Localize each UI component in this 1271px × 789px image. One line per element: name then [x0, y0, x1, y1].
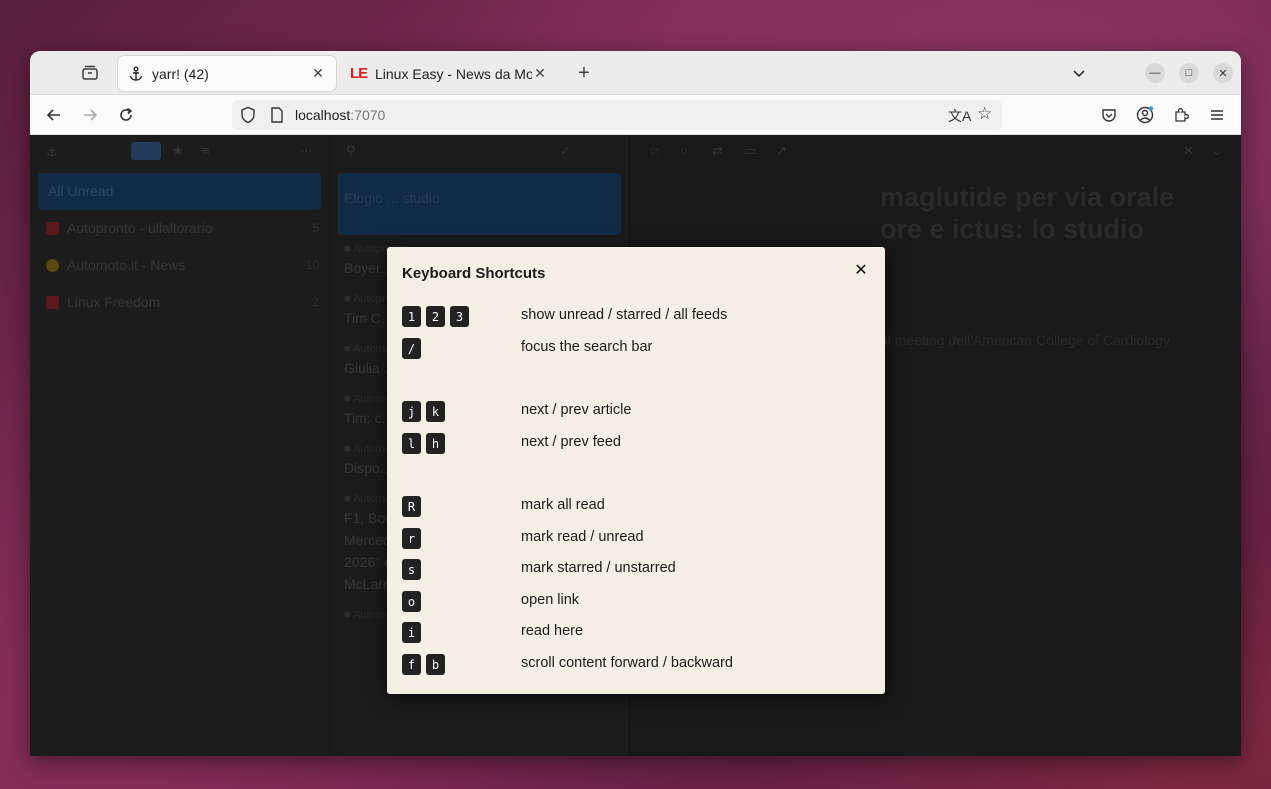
shortcut-row: i read here — [402, 622, 872, 644]
close-icon[interactable]: ✕ — [853, 262, 869, 279]
shortcut-row: f b scroll content forward / backward — [402, 654, 872, 676]
url-text: localhost:7070 — [295, 107, 385, 123]
key: h — [426, 433, 445, 454]
key: k — [426, 401, 445, 422]
shortcut-keys: o — [402, 591, 421, 612]
star-icon[interactable]: ☆ — [977, 104, 992, 124]
shortcut-keys: s — [402, 559, 421, 580]
shortcut-row: j k next / prev article — [402, 401, 872, 423]
shortcut-description: read here — [521, 623, 584, 639]
shortcut-description: focus the search bar — [521, 339, 653, 355]
tab-title: Linux Easy - News da Mor — [375, 65, 532, 82]
reload-icon[interactable] — [114, 103, 138, 127]
close-window-icon[interactable]: ✕ — [1213, 63, 1233, 83]
key: 3 — [450, 306, 469, 327]
shortcut-keys: j k — [402, 401, 445, 422]
shortcut-description: mark read / unread — [521, 529, 644, 545]
shortcut-keys: 1 2 3 — [402, 306, 469, 327]
page-icon[interactable] — [270, 107, 284, 128]
key: j — [402, 401, 421, 422]
shortcut-description: open link — [521, 592, 580, 608]
linux-easy-logo-icon: LE — [350, 65, 368, 82]
forward-icon[interactable] — [78, 103, 102, 127]
app-content: ⚓ ★ ≡ ⋯ All Unread Autoprontо - ullaltor… — [30, 135, 1241, 756]
shortcut-row: / focus the search bar — [402, 338, 872, 360]
browser-window: yarr! (42) ✕ LE Linux Easy - News da Mor… — [30, 51, 1241, 756]
shortcut-description: mark starred / unstarred — [521, 560, 676, 576]
tab-linux-easy[interactable]: LE Linux Easy - News da Mor ✕ — [340, 56, 558, 91]
shortcut-keys: r — [402, 528, 421, 549]
tab-title: yarr! (42) — [152, 65, 209, 82]
shortcut-description: show unread / starred / all feeds — [521, 307, 728, 323]
url-port: :7070 — [350, 107, 386, 123]
back-icon[interactable] — [42, 103, 66, 127]
new-tab-icon[interactable]: + — [572, 61, 596, 85]
shortcut-description: mark all read — [521, 497, 605, 513]
account-icon[interactable] — [1133, 103, 1157, 127]
shortcut-row: l h next / prev feed — [402, 433, 872, 455]
shortcut-keys: / — [402, 338, 421, 359]
key: f — [402, 654, 421, 675]
key: r — [402, 528, 421, 549]
navigation-bar: localhost:7070 文A ☆ — [30, 95, 1241, 135]
tab-overview-icon[interactable] — [78, 61, 102, 85]
shortcut-description: next / prev feed — [521, 434, 621, 450]
shortcut-row: r mark read / unread — [402, 528, 872, 550]
shortcut-row: s mark starred / unstarred — [402, 559, 872, 581]
key: 2 — [426, 306, 445, 327]
pocket-icon[interactable] — [1097, 103, 1121, 127]
close-tab-icon[interactable]: ✕ — [310, 65, 326, 82]
chevron-down-icon[interactable] — [1067, 61, 1091, 85]
shortcut-keys: l h — [402, 433, 445, 454]
maximize-icon[interactable]: □ — [1179, 63, 1199, 83]
key: i — [402, 622, 421, 643]
key: R — [402, 496, 421, 517]
close-tab-icon[interactable]: ✕ — [532, 65, 548, 82]
keyboard-shortcuts-modal: Keyboard Shortcuts ✕ 1 2 3 show unread /… — [387, 247, 885, 694]
shortcut-row: o open link — [402, 591, 872, 613]
key: b — [426, 654, 445, 675]
shortcut-keys: f b — [402, 654, 445, 675]
translate-icon[interactable]: 文A — [948, 106, 971, 126]
tab-bar: yarr! (42) ✕ LE Linux Easy - News da Mor… — [30, 51, 1241, 95]
minimize-icon[interactable]: — — [1145, 63, 1165, 83]
hamburger-menu-icon[interactable] — [1205, 103, 1229, 127]
key: l — [402, 433, 421, 454]
shortcut-keys: R — [402, 496, 421, 517]
tab-yarr[interactable]: yarr! (42) ✕ — [118, 56, 336, 91]
key: / — [402, 338, 421, 359]
url-host: localhost — [295, 107, 351, 123]
shortcut-row: R mark all read — [402, 496, 872, 518]
shield-icon[interactable] — [240, 106, 256, 129]
shortcut-row: 1 2 3 show unread / starred / all feeds — [402, 306, 872, 328]
url-bar[interactable]: localhost:7070 文A ☆ — [232, 100, 1002, 130]
modal-title: Keyboard Shortcuts — [402, 265, 546, 282]
key: s — [402, 559, 421, 580]
shortcut-keys: i — [402, 622, 421, 643]
key: o — [402, 591, 421, 612]
extensions-icon[interactable] — [1169, 103, 1193, 127]
key: 1 — [402, 306, 421, 327]
anchor-icon — [128, 66, 146, 82]
shortcut-description: scroll content forward / backward — [521, 655, 733, 671]
shortcut-description: next / prev article — [521, 402, 632, 418]
